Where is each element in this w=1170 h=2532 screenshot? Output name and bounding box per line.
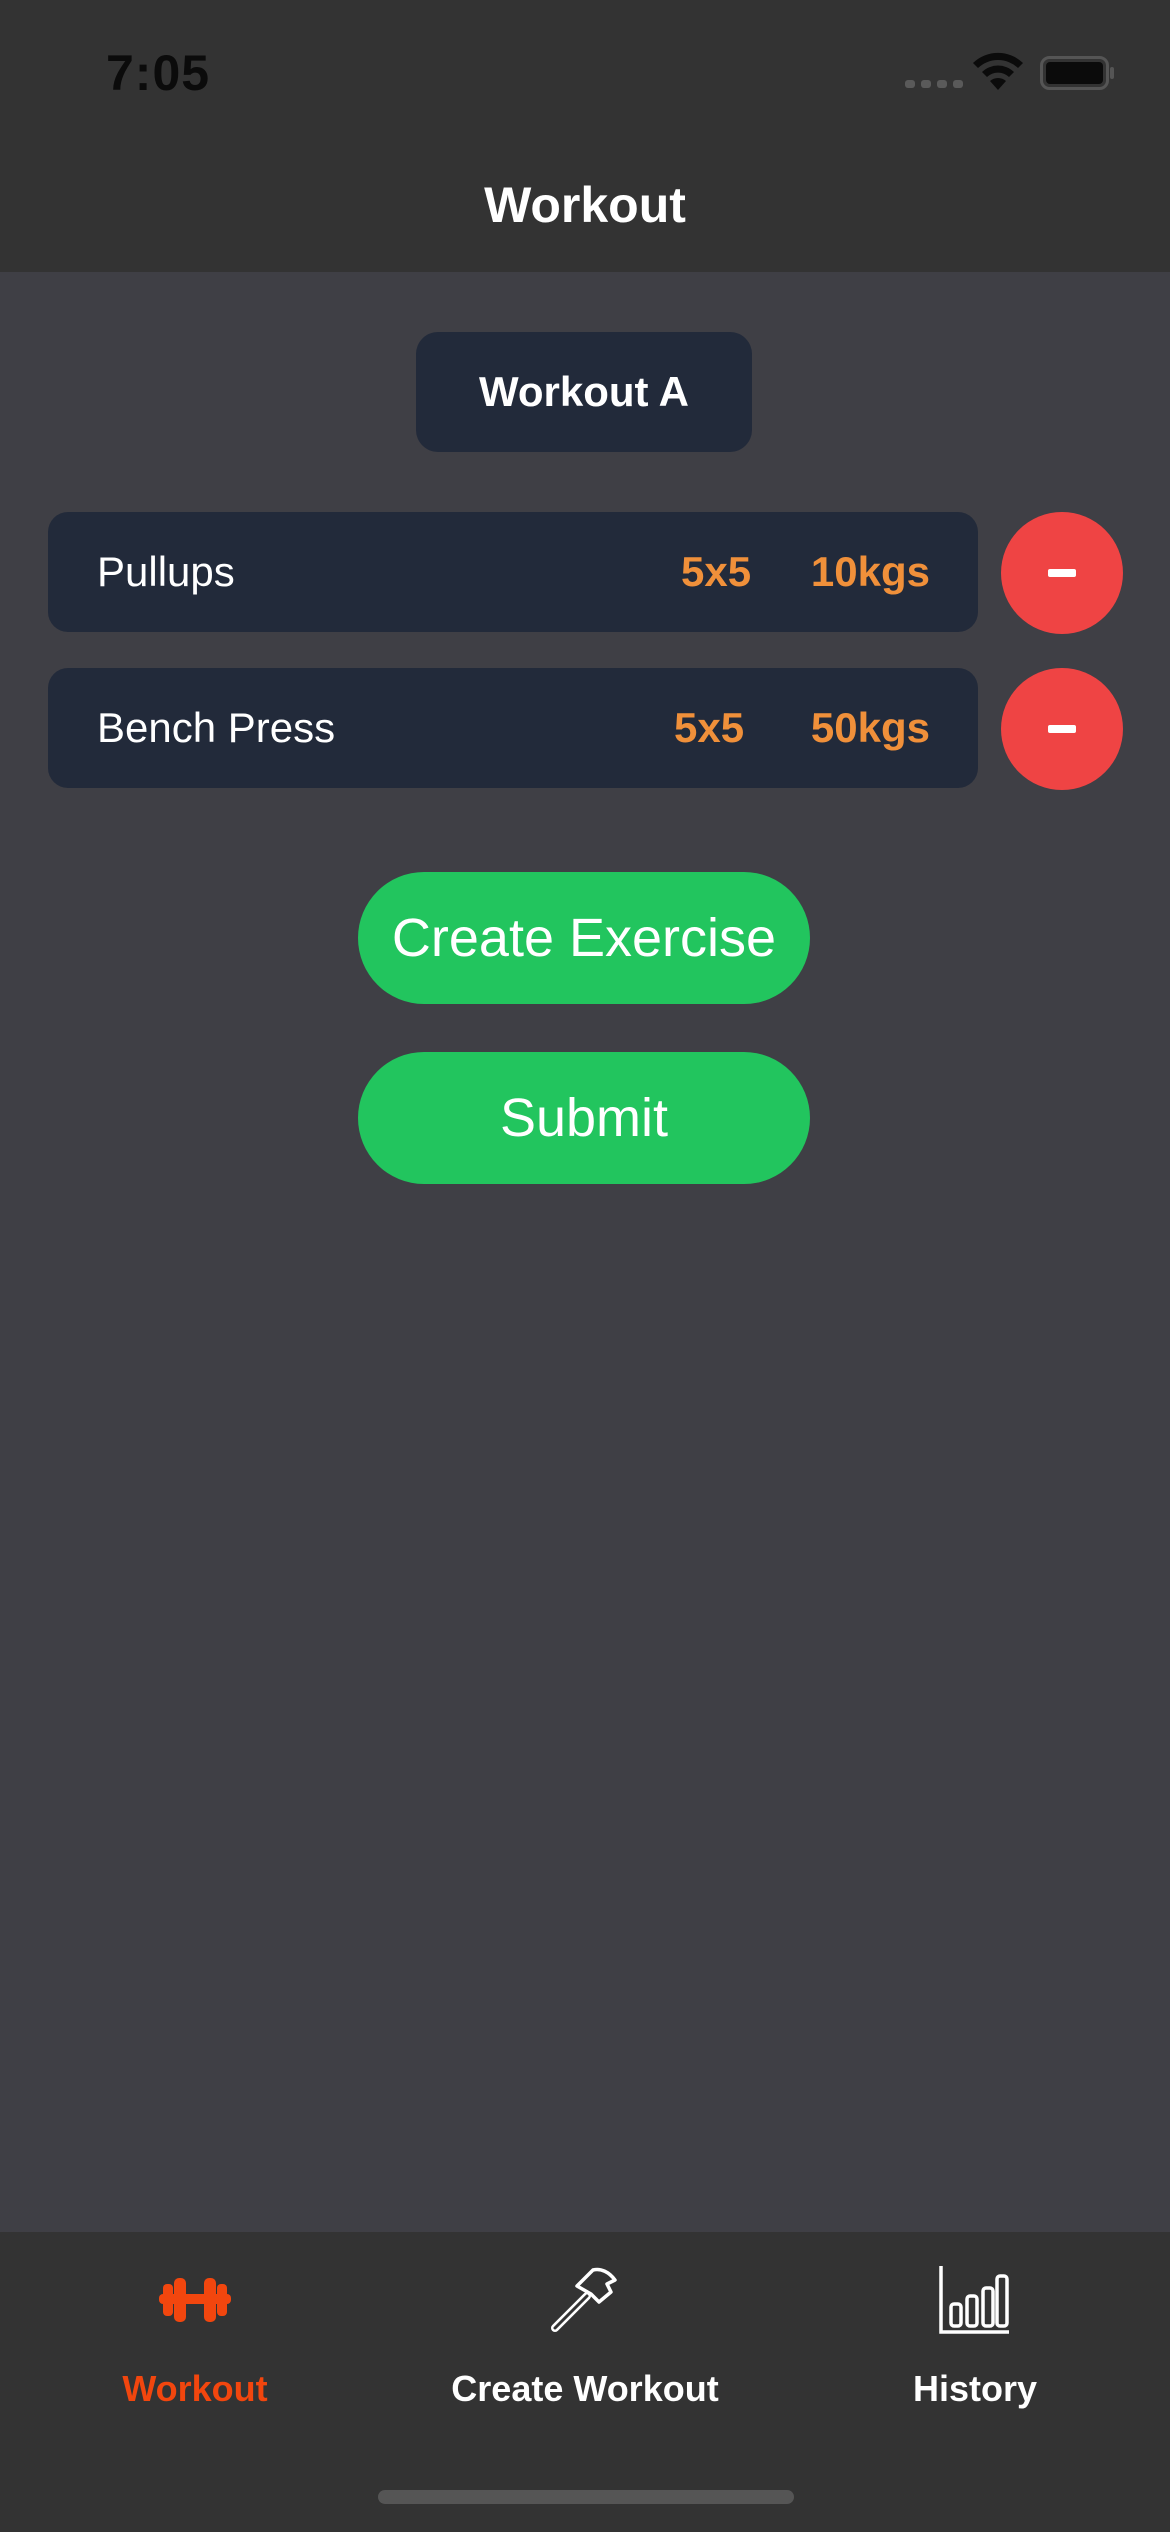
remove-exercise-button[interactable] (1001, 668, 1123, 790)
exercise-row: Bench Press 5x5 50kgs (48, 668, 978, 788)
tab-label: History (912, 2368, 1038, 2409)
tab-bar: Workout Create Workout History (0, 2232, 1170, 2532)
exercise-name: Bench Press (97, 704, 336, 751)
battery-icon (1040, 56, 1114, 90)
dumbbell-icon (159, 2278, 231, 2322)
tab-label: Workout (122, 2368, 268, 2409)
create-exercise-button[interactable]: Create Exercise (358, 872, 810, 1004)
exercise-weight: 50kgs (810, 704, 930, 751)
hammer-icon (551, 2267, 617, 2332)
home-indicator (378, 2490, 794, 2504)
wifi-icon (973, 52, 1023, 90)
workout-name-label: Workout A (416, 332, 752, 452)
minus-icon (1048, 569, 1076, 577)
status-time: 7:05 (106, 45, 211, 101)
exercise-sets: 5x5 (681, 548, 752, 595)
exercise-row: Pullups 5x5 10kgs (48, 512, 978, 632)
bar-chart-icon (939, 2266, 1009, 2334)
tab-label: Create Workout (451, 2368, 719, 2409)
exercise-sets: 5x5 (674, 704, 745, 751)
tab-history[interactable]: History (780, 2232, 1170, 2432)
page-title: Workout (484, 177, 686, 233)
tab-workout[interactable]: Workout (0, 2232, 390, 2432)
exercise-name: Pullups (97, 548, 235, 595)
cellular-signal-icon (905, 80, 963, 90)
submit-button[interactable]: Submit (358, 1052, 810, 1184)
minus-icon (1048, 725, 1076, 733)
remove-exercise-button[interactable] (1001, 512, 1123, 634)
app-screen: 7:05 Workout Workout A Pullups 5x5 10kgs… (0, 0, 1170, 2532)
top-bar: 7:05 Workout (0, 0, 1170, 272)
tab-create-workout[interactable]: Create Workout (390, 2232, 780, 2432)
exercise-weight: 10kgs (810, 548, 930, 595)
